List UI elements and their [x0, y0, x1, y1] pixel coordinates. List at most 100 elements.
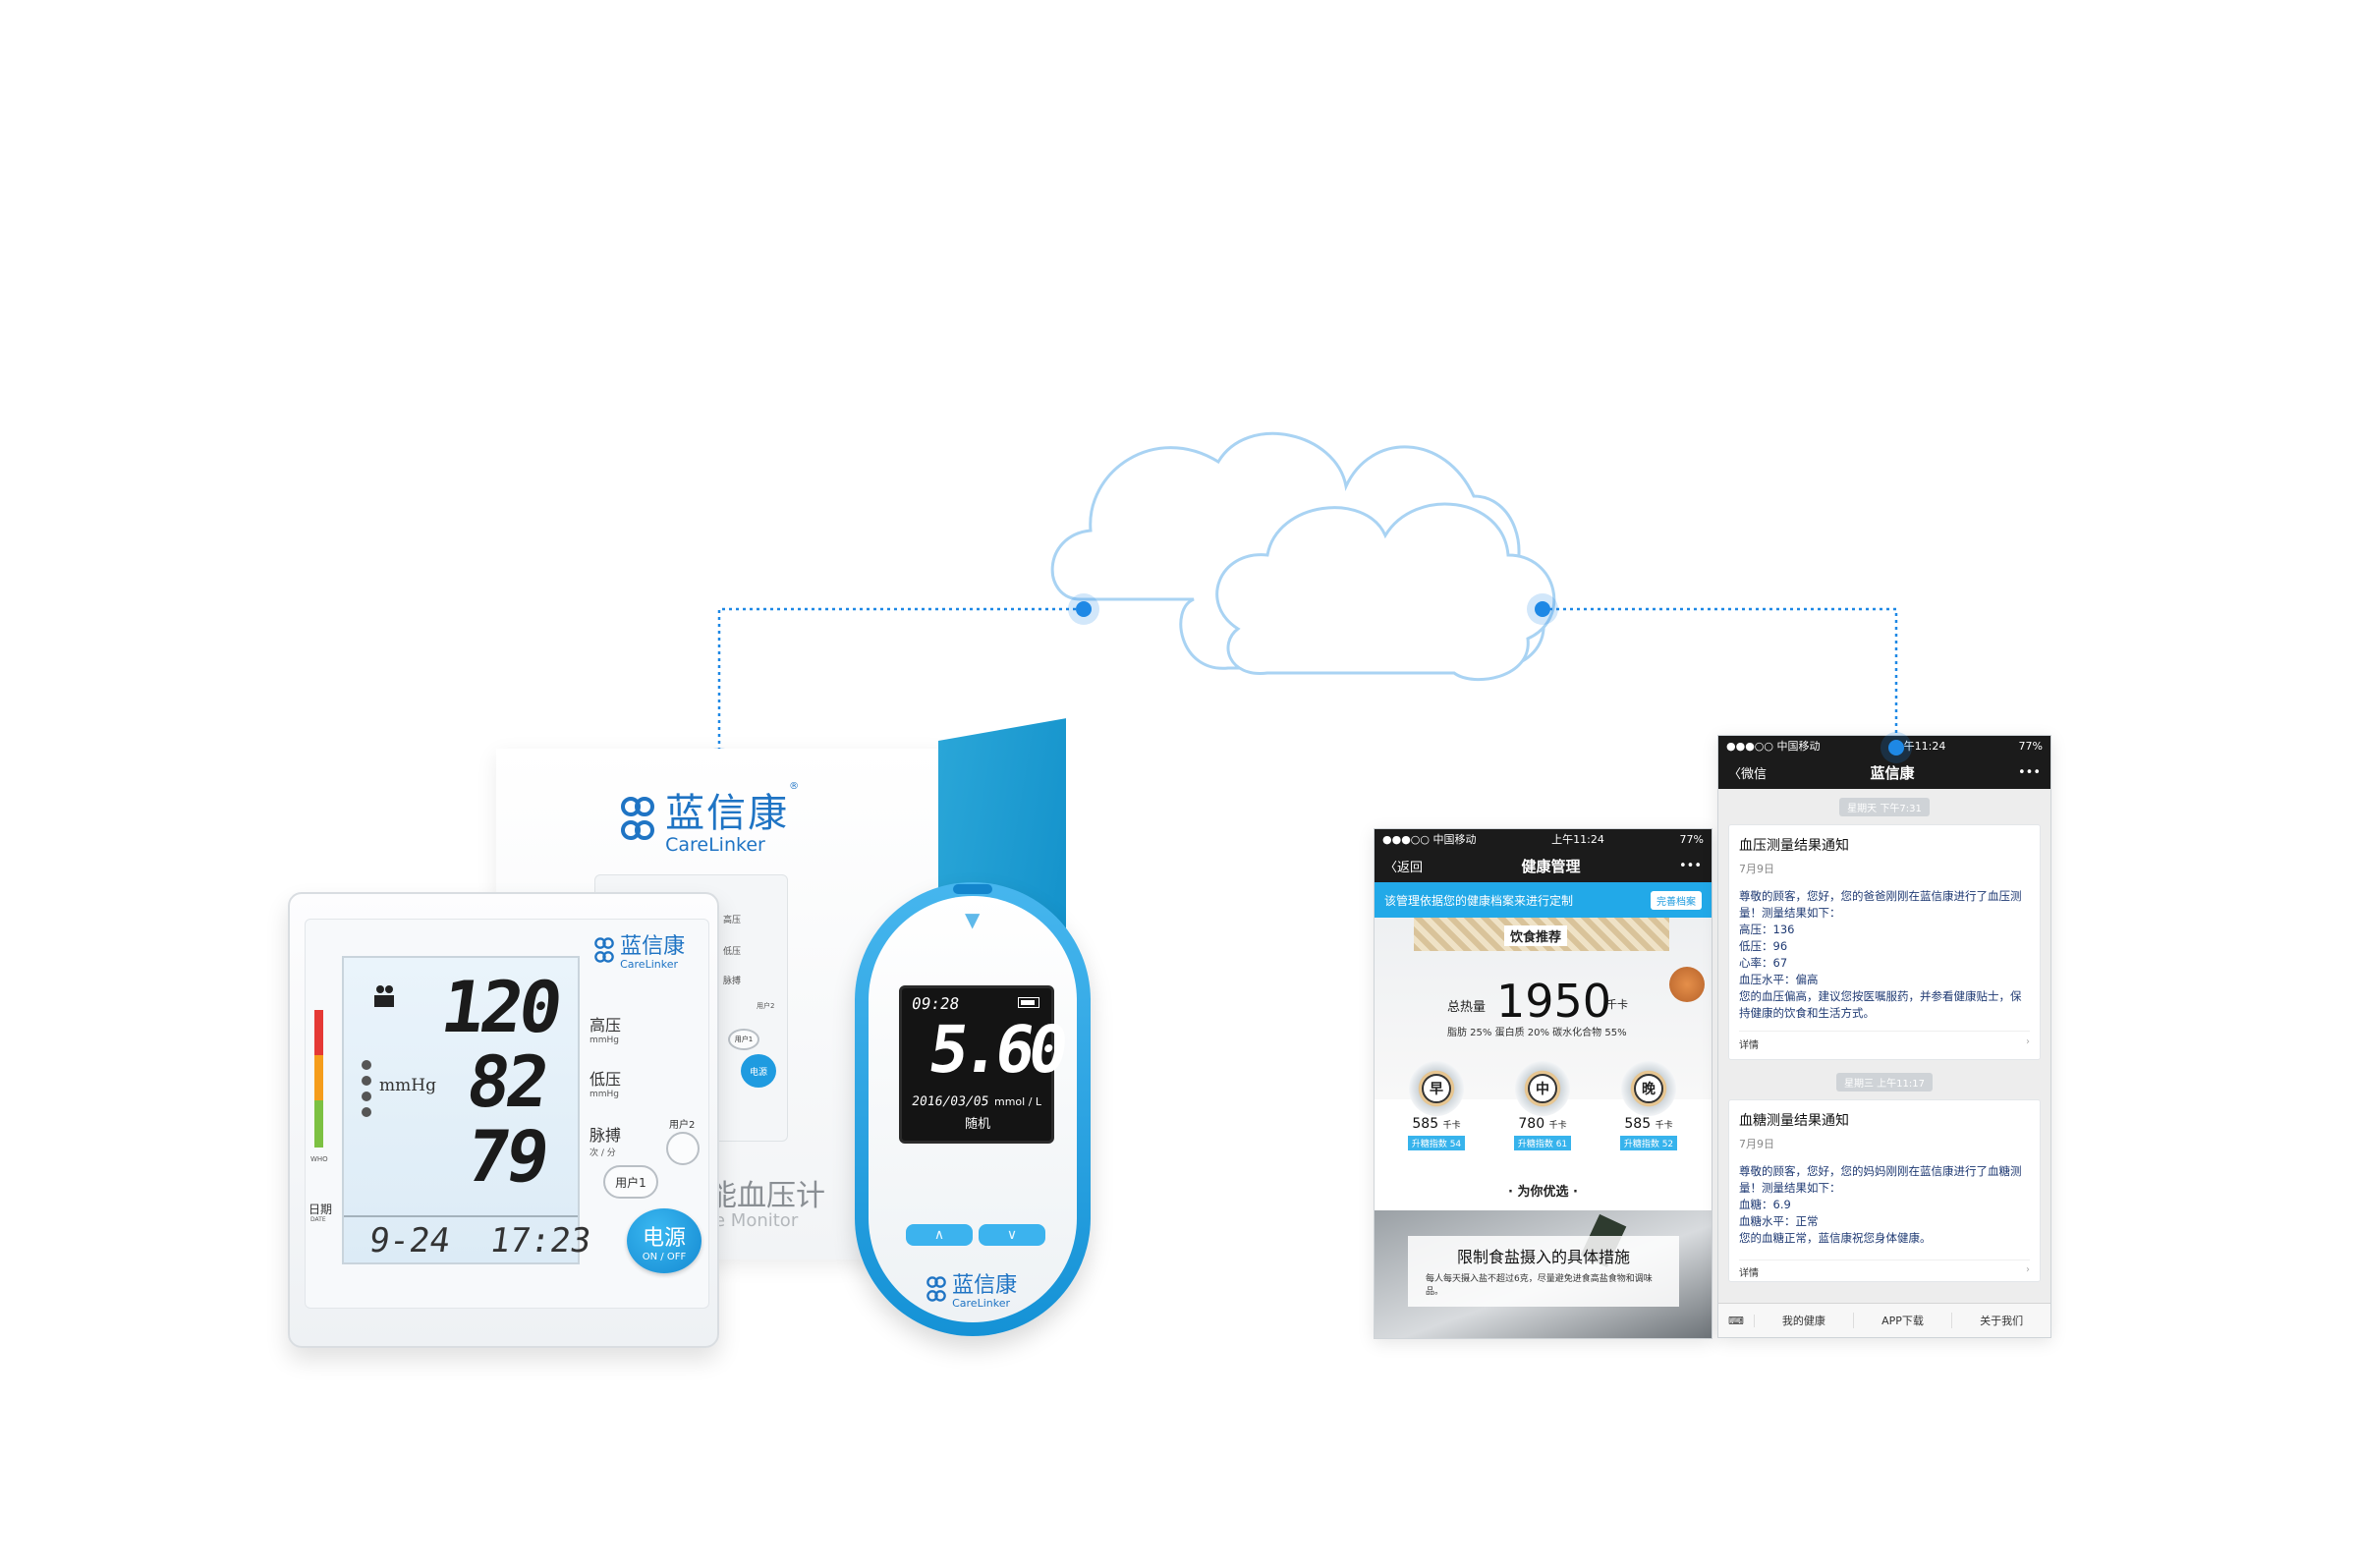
- detail-label: 详情: [1739, 1268, 1759, 1279]
- message-line: 血压水平：偏高: [1739, 973, 1819, 986]
- strip-arrow-icon: ▼: [965, 908, 981, 931]
- message-intro: 尊敬的顾客，您好，您的妈妈刚刚在蓝信康进行了血糖测量！测量结果如下：: [1739, 1164, 2022, 1195]
- banner-text: 该管理依据您的健康档案来进行定制: [1384, 893, 1574, 908]
- user2-label: 用户2: [669, 1120, 696, 1131]
- more-button[interactable]: •••: [2018, 765, 2041, 780]
- diastolic-value: 82: [462, 1040, 551, 1123]
- person-icon: [374, 985, 394, 1007]
- bp-brand-en: CareLinker: [620, 958, 678, 971]
- meal-unit: 千卡: [1655, 1121, 1673, 1131]
- meal-unit: 千卡: [1442, 1121, 1461, 1131]
- mini-high: 高压: [723, 916, 742, 925]
- back-button[interactable]: 〈返回: [1384, 857, 1423, 875]
- page-title: 健康管理: [1521, 857, 1581, 875]
- pressure-dots: [362, 1060, 371, 1117]
- message-title: 血压测量结果通知: [1739, 838, 1849, 854]
- mini-user2: 用户2: [757, 1002, 775, 1010]
- message-line: 高压：136: [1739, 923, 1795, 936]
- message-intro: 尊敬的顾客，您好，您的爸爸刚刚在蓝信康进行了血压测量！测量结果如下：: [1739, 889, 2022, 920]
- bp-logo: 蓝信康 CareLinker: [593, 928, 685, 971]
- glucose-screen: 09:28 5.60 2016/03/05 mmol / L 随机: [899, 985, 1067, 1144]
- more-button[interactable]: •••: [1679, 859, 1702, 873]
- user2-button[interactable]: [666, 1132, 700, 1165]
- chevron-right-icon: ›: [2026, 1036, 2030, 1047]
- label-high: 高压 mmHg: [590, 1012, 621, 1045]
- meal-name: 中: [1528, 1074, 1557, 1103]
- message-line: 心率：67: [1739, 956, 1788, 970]
- user1-button[interactable]: 用户1: [603, 1165, 658, 1199]
- message-card-glucose[interactable]: 血糖测量结果通知 7月9日 尊敬的顾客，您好，您的妈妈刚刚在蓝信康进行了血糖测量…: [1728, 1099, 2041, 1282]
- bp-lcd-screen: 120 mmHg 82 79 9-24 17:23: [342, 956, 593, 1264]
- date-pill: 星期天 下午7:31: [1839, 798, 1930, 816]
- detail-link[interactable]: 详情 ›: [1739, 1260, 2030, 1279]
- menu-about-us[interactable]: 关于我们: [1952, 1313, 2050, 1328]
- bp-brand-cn: 蓝信康: [620, 934, 686, 959]
- carelinker-logo-icon: [926, 1275, 946, 1302]
- meal-name: 早: [1422, 1074, 1451, 1103]
- complete-profile-button[interactable]: 完善档案: [1651, 890, 1702, 910]
- mini-user1-button[interactable]: 用户1: [728, 1029, 759, 1050]
- back-label: 返回: [1397, 860, 1424, 875]
- label-high-unit: mmHg: [590, 1036, 620, 1045]
- article-card[interactable]: 限制食盐摄入的具体措施 每人每天摄入盐不超过6克，尽量避免进食高盐食物和调味品。: [1375, 1210, 1712, 1338]
- cloud-front-icon: [1215, 502, 1556, 681]
- spice-image: [1669, 967, 1705, 1002]
- meal-name: 晚: [1634, 1074, 1663, 1103]
- menu-my-health[interactable]: 我的健康: [1755, 1313, 1854, 1328]
- unit-mmhg: mmHg: [379, 1076, 436, 1095]
- message-card-bp[interactable]: 血压测量结果通知 7月9日 尊敬的顾客，您好，您的爸爸刚刚在蓝信康进行了血压测量…: [1728, 824, 2041, 1060]
- meal-dinner[interactable]: 晚 585 千卡 升糖指数 52: [1614, 1061, 1683, 1150]
- node-dot-icon: [1881, 732, 1912, 763]
- date-divider: 星期三 上午11:17: [1718, 1072, 2050, 1092]
- glucose-down-button[interactable]: ∨: [979, 1224, 1045, 1246]
- nav-bar: 〈返回 健康管理 •••: [1375, 849, 1712, 882]
- message-advice: 您的血糖正常，蓝信康祝您身体健康。: [1739, 1231, 1932, 1245]
- meal-kcal: 780: [1518, 1116, 1545, 1132]
- who-scale: [314, 1010, 323, 1148]
- meal-kcal: 585: [1624, 1116, 1652, 1132]
- message-line: 血糖水平：正常: [1739, 1214, 1819, 1228]
- calorie-value: 1950: [1496, 975, 1612, 1028]
- phone-wechat: ●●●○○ 中国移动 上午11:24 77% 〈微信 蓝信康 ••• 星期天 下…: [1717, 735, 2051, 1338]
- power-label-cn: 电源: [642, 1225, 686, 1251]
- meal-breakfast[interactable]: 早 585 千卡 升糖指数 54: [1402, 1061, 1471, 1150]
- macro-breakdown: 脂肪 25% 蛋白质 20% 碳水化合物 55%: [1447, 1028, 1627, 1038]
- back-label: 微信: [1741, 766, 1768, 782]
- message-title: 血糖测量结果通知: [1739, 1113, 1849, 1129]
- section-pick-text: 为你优选: [1517, 1185, 1569, 1200]
- keyboard-icon[interactable]: ⌨: [1718, 1314, 1755, 1327]
- box-subtitle-en: re Monitor: [707, 1210, 799, 1231]
- label-pulse: 脉搏次 / 分: [590, 1122, 621, 1158]
- meal-plate-icon: 早: [1409, 1061, 1464, 1116]
- carelinker-logo-icon: [621, 797, 654, 840]
- power-button[interactable]: 电源 ON / OFF: [627, 1208, 702, 1273]
- mini-power-button[interactable]: 电源: [741, 1054, 776, 1088]
- box-brand-cn: 蓝信康: [665, 791, 790, 836]
- meal-lunch[interactable]: 中 780 千卡 升糖指数 61: [1508, 1061, 1577, 1150]
- box-logo: 蓝信康® CareLinker: [619, 781, 799, 856]
- node-dot-phone: [1881, 732, 1912, 763]
- glucose-mode: 随机: [965, 1117, 991, 1132]
- calorie-unit: 千卡: [1606, 998, 1628, 1011]
- date-divider: 星期天 下午7:31: [1718, 797, 2050, 816]
- systolic-value: 120: [436, 966, 564, 1048]
- section-diet-title: 饮食推荐: [1504, 925, 1568, 946]
- glucose-up-button[interactable]: ∧: [906, 1224, 973, 1246]
- mini-pulse: 脉搏: [723, 977, 742, 986]
- detail-link[interactable]: 详情 ›: [1739, 1031, 2030, 1051]
- message-date: 7月9日: [1739, 1138, 1774, 1150]
- meal-list: 早 585 千卡 升糖指数 54 中 780 千卡 升糖指数 61 晚 585 …: [1375, 1061, 1712, 1169]
- status-carrier: ●●●○○ 中国移动: [1726, 740, 1821, 753]
- datetime-display: 9-24 17:23: [366, 1221, 593, 1260]
- glucose-unit: mmol / L: [994, 1095, 1042, 1108]
- meal-plate-icon: 中: [1515, 1061, 1570, 1116]
- article-body: 每人每天摄入盐不超过6克，尽量避免进食高盐食物和调味品。: [1426, 1274, 1653, 1297]
- glucose-brand-cn: 蓝信康: [952, 1273, 1018, 1298]
- meal-gi-tag: 升糖指数 52: [1619, 1136, 1678, 1150]
- menu-app-download[interactable]: APP下载: [1854, 1313, 1953, 1328]
- back-button[interactable]: 〈微信: [1728, 763, 1767, 782]
- who-label: WHO: [310, 1155, 328, 1163]
- detail-label: 详情: [1739, 1040, 1759, 1051]
- meal-gi-tag: 升糖指数 54: [1407, 1136, 1466, 1150]
- profile-banner: 该管理依据您的健康档案来进行定制 完善档案: [1375, 882, 1712, 918]
